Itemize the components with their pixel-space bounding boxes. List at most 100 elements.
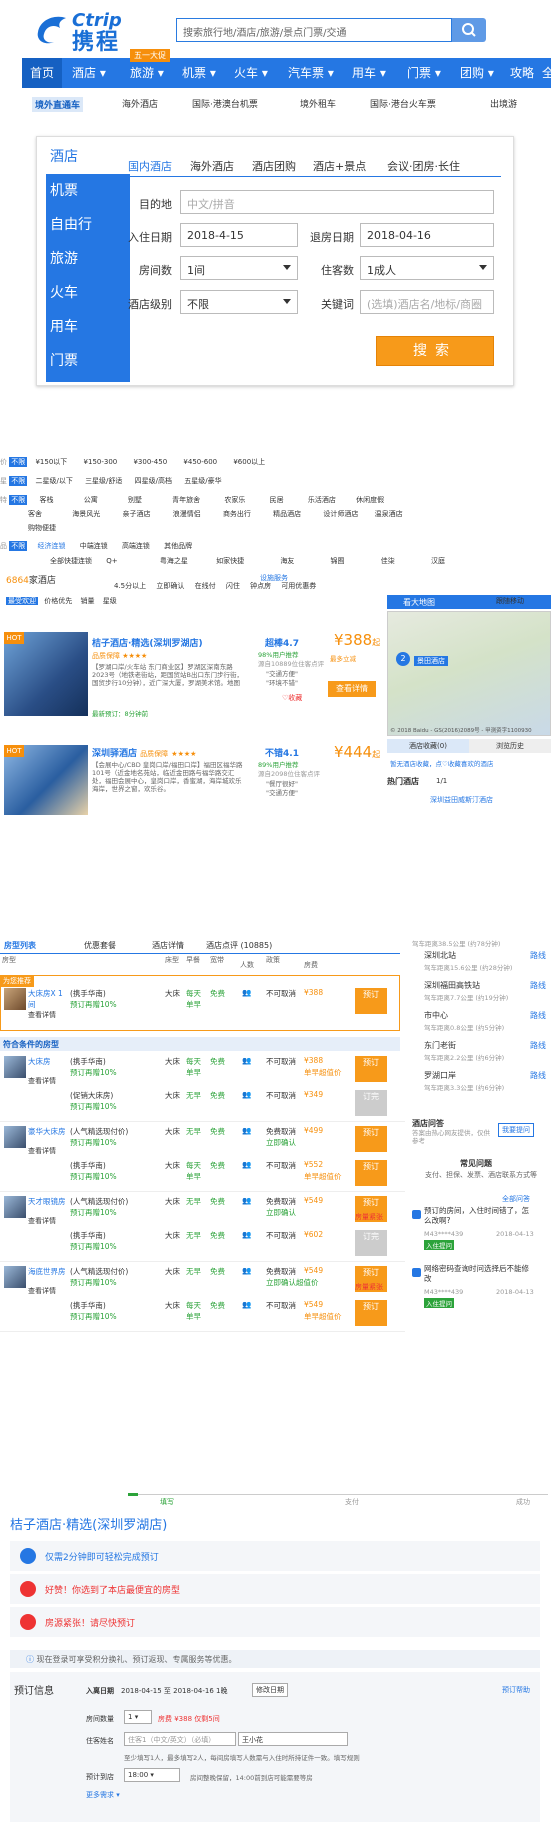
hotel-name[interactable]: 深圳驿酒店 品质保障 ★★★★ [92, 746, 242, 759]
star-opt-1[interactable]: 二星级/以下 [35, 477, 72, 485]
nav-travel[interactable]: 旅游 ▾ [130, 58, 164, 88]
sort-sales[interactable]: 销量 [80, 597, 94, 605]
brand-economy[interactable]: 经济连锁 [37, 542, 65, 550]
feature-15[interactable]: 设计师酒店 [323, 510, 358, 518]
big-map-link[interactable]: 看大地图 [387, 595, 551, 609]
brand-4[interactable]: 如家快捷 [216, 557, 244, 565]
feature-8[interactable]: 休闲度假 [356, 496, 384, 504]
route-link[interactable]: 路线 [530, 1010, 546, 1021]
sub-overseas-hotel[interactable]: 海外酒店 [122, 97, 158, 110]
checkin-input[interactable]: 2018-4-15 [180, 223, 298, 247]
site-search-input[interactable]: 搜索旅行地/酒店/旅游/景点门票/交通 [176, 18, 452, 42]
feature-17[interactable]: 购物便捷 [28, 523, 56, 533]
route-link[interactable]: 路线 [530, 1070, 546, 1081]
feature-10[interactable]: 海景风光 [72, 510, 100, 518]
side-car[interactable]: 用车 [46, 310, 130, 344]
feature-6[interactable]: 民居 [270, 496, 284, 504]
route-link[interactable]: 路线 [530, 950, 546, 961]
feature-2[interactable]: 公寓 [84, 496, 98, 504]
all-qa-link[interactable]: 全部问答 [502, 1194, 530, 1204]
brand-6[interactable]: 锦囿 [331, 557, 345, 565]
arrival-select[interactable]: 18:00 ▾ [124, 1768, 180, 1782]
price-opt-5[interactable]: ¥600以上 [233, 458, 265, 466]
book-button[interactable]: 预订 [355, 1056, 387, 1082]
feature-14[interactable]: 精品酒店 [273, 510, 301, 518]
star-opt-3[interactable]: 四星级/高档 [135, 477, 172, 485]
nav-tickets[interactable]: 门票 ▾ [407, 58, 441, 88]
guests-select[interactable]: 1成人 [360, 256, 494, 280]
faq-items[interactable]: 支付、担保、发票、酒店联系方式等 [412, 1171, 550, 1180]
map-pin[interactable]: 2 [396, 652, 410, 666]
login-text[interactable]: 现在登录可享受积分换礼、预订返现、专属服务等优惠。 [37, 1655, 237, 1664]
tab-meeting[interactable]: 会议·团房·长住 [387, 158, 460, 174]
star-opt-4[interactable]: 五星级/豪华 [184, 477, 221, 485]
rooms-select[interactable]: 1间 [180, 256, 298, 280]
hotel-photo[interactable] [4, 632, 88, 716]
feature-4[interactable]: 青年旅舍 [172, 496, 200, 504]
price-all[interactable]: 不限 [9, 457, 28, 467]
brand-3[interactable]: 粤海之星 [160, 557, 188, 565]
book-button[interactable]: 预订 [355, 1300, 387, 1326]
tab-overseas-hotel[interactable]: 海外酒店 [190, 158, 234, 174]
book-button[interactable]: 订完 [355, 1090, 387, 1116]
star-all[interactable]: 不限 [9, 476, 28, 486]
ask-button[interactable]: 我要提问 [498, 1123, 534, 1137]
checkout-input[interactable]: 2018-04-16 [360, 223, 494, 247]
brand-other[interactable]: 其他品牌 [164, 542, 192, 550]
book-button[interactable]: 订完 [355, 1230, 387, 1256]
brand-mid[interactable]: 中端连锁 [80, 542, 108, 550]
side-hotel[interactable]: 酒店 [46, 140, 130, 174]
qf-coupon[interactable]: 可用优惠券 [281, 582, 316, 590]
side-tickets[interactable]: 门票 [46, 344, 130, 378]
level-select[interactable]: 不限 [180, 290, 298, 314]
question-text[interactable]: 预订的房间，入住时间错了，怎么改啊? [424, 1206, 534, 1226]
nav-guide[interactable]: 攻略 [510, 58, 534, 88]
price-opt-1[interactable]: ¥150以下 [35, 458, 67, 466]
qf-online[interactable]: 在线付 [195, 582, 216, 590]
route-link[interactable]: 路线 [530, 1040, 546, 1051]
price-opt-4[interactable]: ¥450-600 [183, 458, 217, 466]
brand-7[interactable]: 佳柒 [381, 557, 395, 565]
hotel-name[interactable]: 桔子酒店·精选(深圳罗湖店) [92, 636, 242, 649]
star-opt-2[interactable]: 三星级/舒适 [85, 477, 122, 485]
price-opt-3[interactable]: ¥300-450 [133, 458, 167, 466]
keyword-input[interactable]: (选填)酒店名/地标/商圈 [360, 290, 494, 314]
change-date-button[interactable]: 修改日期 [252, 1683, 288, 1697]
book-button[interactable]: 预订 [355, 1160, 387, 1186]
guest-name-input-2[interactable]: 王小花 [238, 1732, 348, 1746]
destination-input[interactable]: 中文/拼音 [180, 190, 494, 214]
search-button[interactable] [452, 18, 486, 42]
feature-11[interactable]: 亲子酒店 [122, 510, 150, 518]
sort-star[interactable]: 星级 [103, 597, 117, 605]
nav-home[interactable]: 首页 [22, 58, 62, 88]
more-requests-link[interactable]: 更多需求 ▾ [86, 1790, 120, 1800]
tab-hotel-detail[interactable]: 酒店详情 [152, 940, 184, 951]
favorite-button[interactable]: ♡收藏 [282, 693, 302, 703]
tab-domestic-hotel[interactable]: 国内酒店 [128, 158, 172, 174]
sub-abroad-direct[interactable]: 境外直通车 [32, 97, 84, 112]
hot-hotel-item[interactable]: 深圳益田威斯汀酒店 [430, 795, 493, 805]
feature-9[interactable]: 客舍 [28, 510, 42, 518]
tab-hotel-scenic[interactable]: 酒店+景点 [313, 158, 366, 174]
guest-name-input[interactable]: 住客1（中文/英文）（必填） [124, 1732, 236, 1746]
brand-2[interactable]: Q+ [106, 557, 117, 565]
nav-hotel[interactable]: 酒店 ▾ [72, 58, 106, 88]
feature-3[interactable]: 别墅 [128, 496, 142, 504]
tab-favorites[interactable]: 酒店收藏(0) [387, 739, 469, 753]
qf-hourly[interactable]: 钟点房 [250, 582, 271, 590]
feature-12[interactable]: 浪漫情侣 [173, 510, 201, 518]
hot-hotels-pager[interactable]: 1/1 [436, 777, 447, 785]
booking-help-link[interactable]: 预订帮助 [502, 1685, 530, 1695]
nav-car[interactable]: 用车 ▾ [352, 58, 386, 88]
qf-rating[interactable]: 4.5分以上 [114, 582, 146, 590]
book-button[interactable]: 预订 [355, 1126, 387, 1152]
feature-7[interactable]: 乐活酒店 [308, 496, 336, 504]
feature-13[interactable]: 商务出行 [223, 510, 251, 518]
sort-price[interactable]: 价格优先 [44, 597, 72, 605]
room-qty-select[interactable]: 1 ▾ [124, 1710, 152, 1724]
view-detail-button[interactable]: 查看详情 [328, 681, 376, 697]
brand-8[interactable]: 汉庭 [431, 557, 445, 565]
hotel-map[interactable]: 2 景田酒店 © 2018 Baidu - GS(2016)2089号 - 甲测… [387, 611, 551, 736]
sub-overseas-car[interactable]: 境外租车 [300, 97, 336, 110]
feature-1[interactable]: 客栈 [39, 496, 53, 504]
